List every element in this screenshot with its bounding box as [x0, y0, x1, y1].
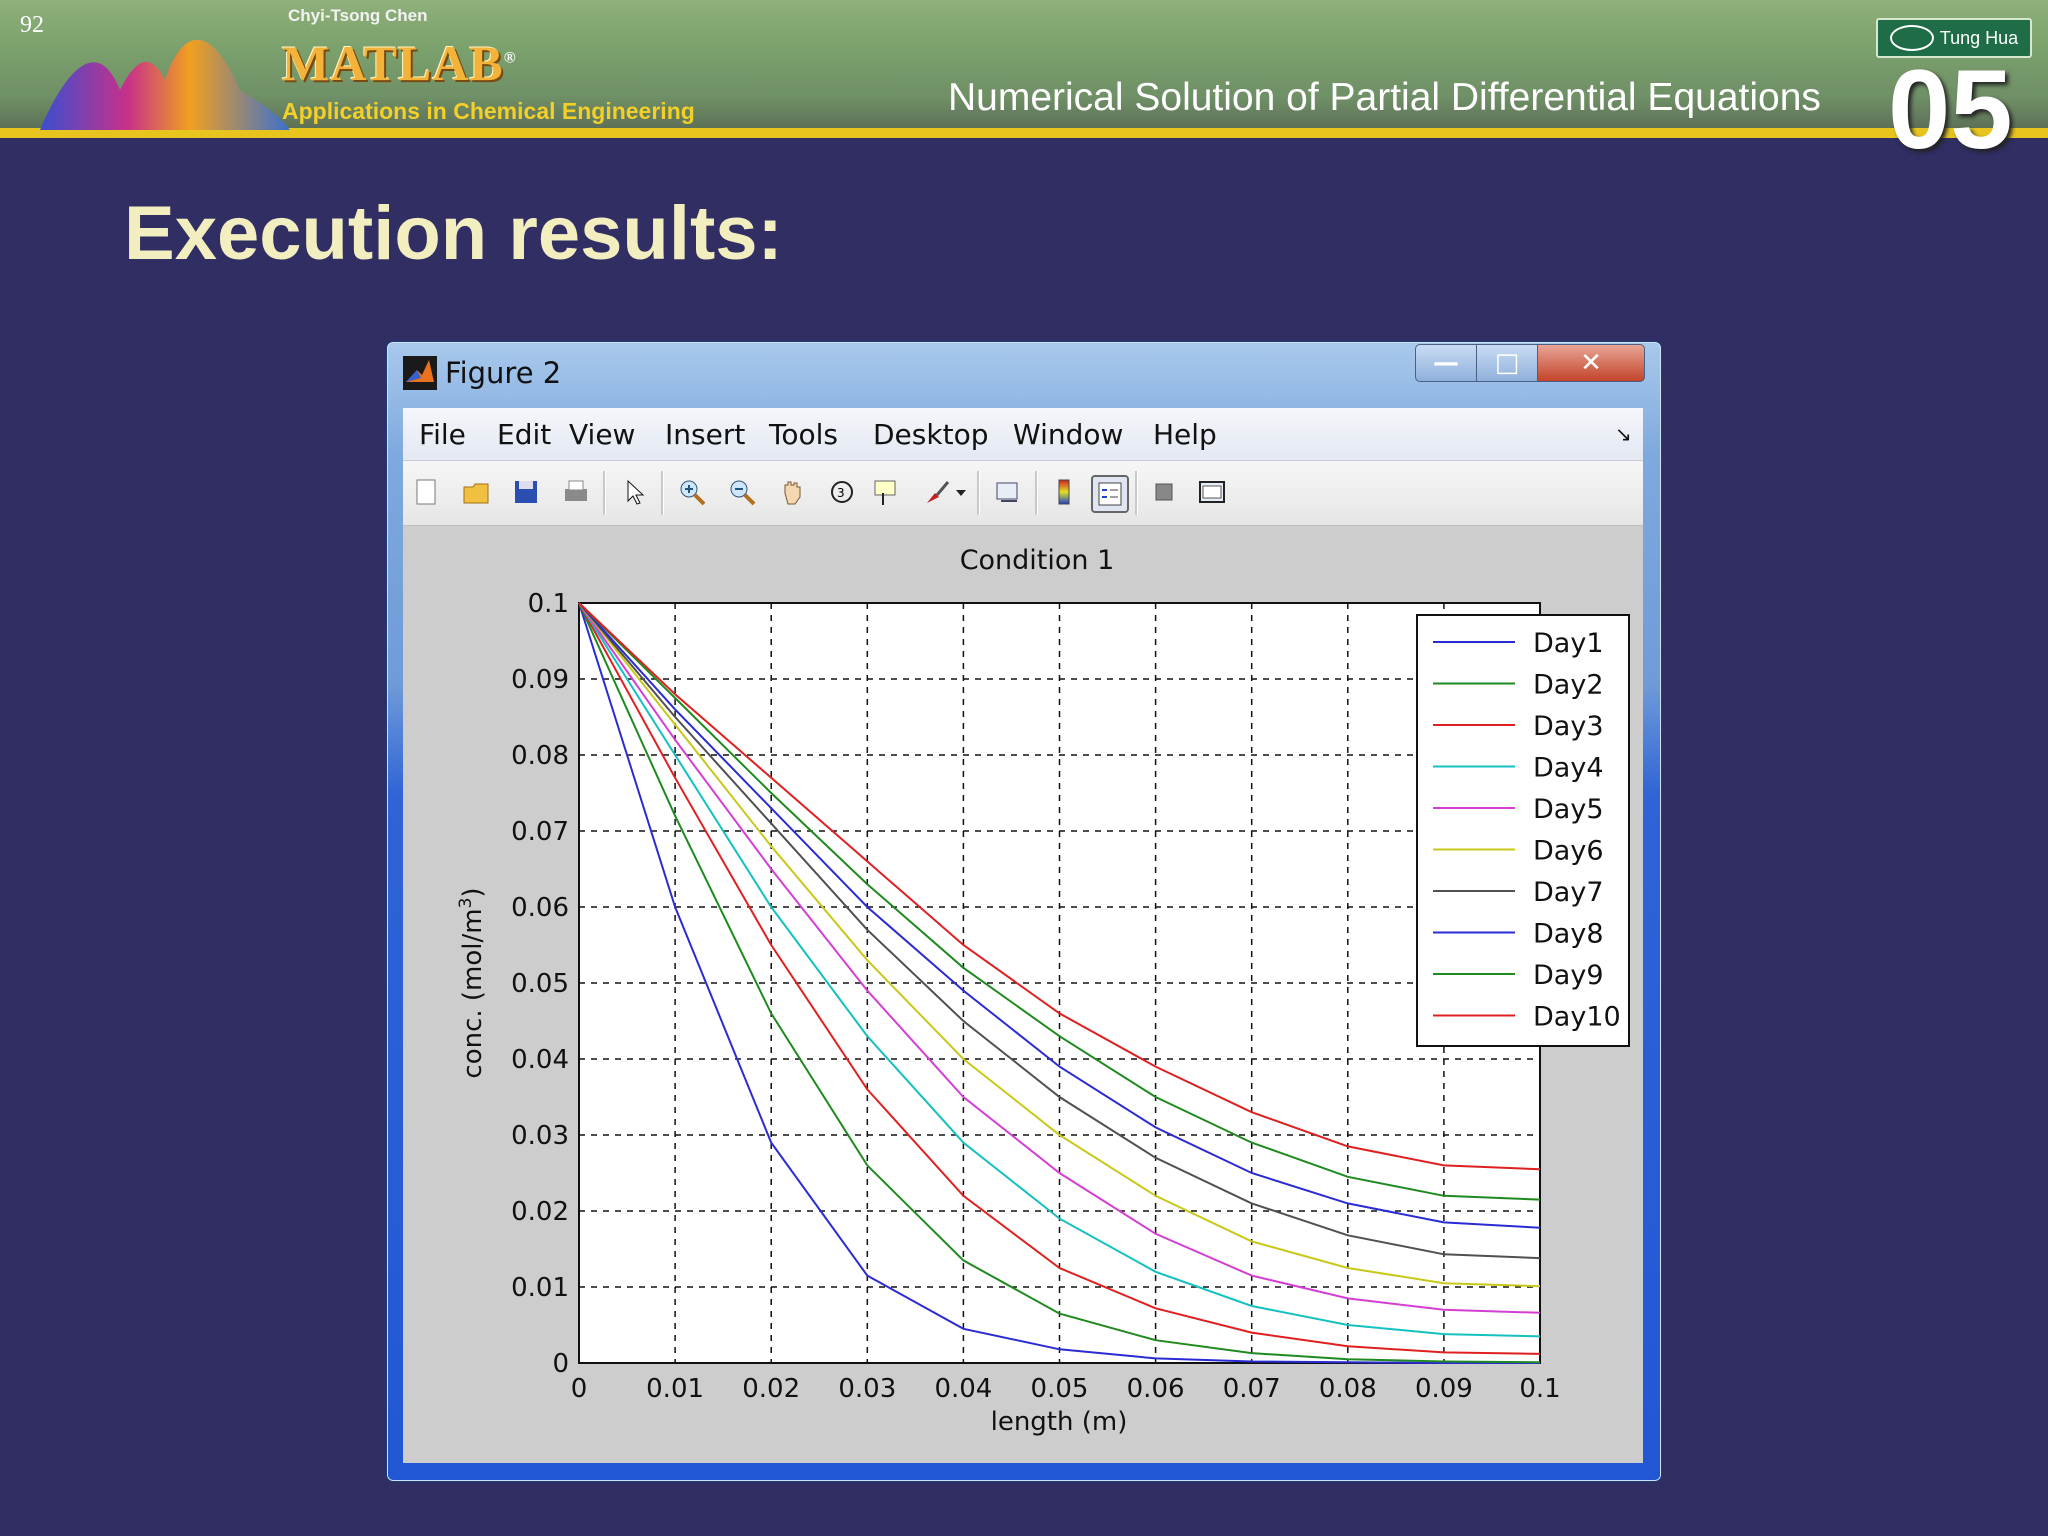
chapter-number: 05	[1888, 47, 2013, 172]
save-icon[interactable]	[509, 475, 543, 509]
y-axis-label-text: conc. (mol/m	[458, 908, 488, 1078]
menu-window[interactable]: Window	[1013, 418, 1123, 451]
legend-entry: Day8	[1533, 919, 1604, 950]
menu-help[interactable]: Help	[1153, 418, 1217, 451]
hide-plot-tools-icon[interactable]	[1147, 475, 1181, 509]
publisher-name: Tung Hua	[1939, 27, 2019, 48]
matlab-icon	[403, 356, 437, 390]
y-tick-label: 0.06	[511, 893, 569, 923]
x-tick-label: 0.08	[1319, 1374, 1377, 1404]
chart-title: Condition 1	[960, 545, 1115, 576]
y-axis-label: conc. (mol/m3)	[456, 887, 488, 1078]
y-tick-label: 0.07	[511, 817, 569, 847]
toolbar-separator	[977, 471, 980, 515]
book-subtitle: Applications in Chemical Engineering	[282, 98, 695, 124]
brand-text: MATLAB	[282, 35, 504, 91]
legend-entry: Day10	[1533, 1002, 1621, 1033]
minimize-button[interactable]: —	[1415, 344, 1477, 382]
brush-dropdown-icon[interactable]	[951, 475, 971, 509]
print-icon[interactable]	[559, 475, 593, 509]
legend-entry: Day9	[1533, 960, 1604, 991]
menu-view[interactable]: View	[569, 418, 635, 451]
legend-entry: Day3	[1533, 711, 1604, 742]
figure-toolbar: 3	[403, 461, 1643, 526]
close-button[interactable]: ✕	[1537, 344, 1645, 382]
window-title: Figure 2	[445, 356, 562, 390]
data-cursor-icon[interactable]	[869, 475, 903, 509]
toolbar-separator	[603, 471, 606, 515]
dock-arrow-icon[interactable]: ↘	[1615, 422, 1632, 446]
menu-file[interactable]: File	[419, 418, 466, 451]
menu-edit[interactable]: Edit	[497, 418, 551, 451]
toolbar-separator	[661, 471, 664, 515]
chapter-title: Numerical Solution of Partial Differenti…	[948, 76, 1821, 119]
zoom-in-icon[interactable]	[675, 475, 709, 509]
y-tick-label: 0.08	[511, 741, 569, 771]
legend[interactable]: Day1 Day2 Day3 Day4 Day5 Day6 Day7 Day8 Day9 Day1…	[1416, 614, 1630, 1047]
x-tick-label: 0.01	[646, 1374, 704, 1404]
colorbar-icon[interactable]	[1047, 475, 1081, 509]
maximize-button[interactable]: □	[1476, 344, 1538, 382]
x-tick-label: 0.1	[1519, 1374, 1560, 1404]
open-file-icon[interactable]	[459, 475, 493, 509]
x-tick-label: 0.04	[934, 1374, 992, 1404]
y-tick-label: 0.01	[511, 1273, 569, 1303]
line-chart: Condition 1 0 0.01 0.02 0.03 0.04 0.05 0.06 0.0…	[456, 545, 1630, 1437]
legend-entry: Day4	[1533, 753, 1604, 784]
y-tick-label: 0.09	[511, 665, 569, 695]
legend-entry: Day1	[1533, 628, 1604, 659]
y-tick-label: 0.03	[511, 1121, 569, 1151]
pan-hand-icon[interactable]	[775, 475, 809, 509]
y-tick-label: 0.04	[511, 1045, 569, 1075]
legend-entry: Day6	[1533, 836, 1604, 867]
maximize-icon: □	[1494, 348, 1520, 378]
minimize-icon: —	[1433, 348, 1459, 378]
svg-text:3: 3	[837, 486, 845, 500]
pointer-icon[interactable]	[617, 475, 651, 509]
brand-logo: MATLAB®	[282, 34, 517, 92]
menu-bar: File Edit View Insert Tools Desktop Wind…	[403, 408, 1643, 461]
toolbar-separator	[1135, 471, 1138, 515]
x-tick-label: 0.09	[1415, 1374, 1473, 1404]
legend-entry: Day7	[1533, 877, 1604, 908]
x-tick-label: 0.03	[838, 1374, 896, 1404]
y-tick-label: 0.02	[511, 1197, 569, 1227]
new-figure-icon[interactable]	[409, 475, 443, 509]
brush-icon[interactable]	[919, 475, 953, 509]
zoom-out-icon[interactable]	[725, 475, 759, 509]
x-tick-label: 0.07	[1223, 1374, 1281, 1404]
legend-entry: Day2	[1533, 670, 1604, 701]
figure-canvas: Condition 1 0 0.01 0.02 0.03 0.04 0.05 0.06 0.0…	[403, 526, 1643, 1463]
brand-mark: ®	[503, 49, 517, 67]
menu-insert[interactable]: Insert	[665, 418, 745, 451]
slide-heading: Execution results:	[124, 191, 783, 276]
menu-desktop[interactable]: Desktop	[873, 418, 988, 451]
y-axis-label-sup: 3	[456, 898, 476, 909]
link-plot-icon[interactable]	[991, 475, 1025, 509]
show-plot-tools-icon[interactable]	[1195, 475, 1229, 509]
x-tick-label: 0.02	[742, 1374, 800, 1404]
close-icon: ✕	[1580, 348, 1602, 378]
y-axis-label-close: )	[458, 887, 488, 897]
toolbar-separator	[1035, 471, 1038, 515]
x-tick-label: 0.05	[1031, 1374, 1089, 1404]
rotate-3d-icon[interactable]: 3	[825, 475, 859, 509]
mountain-logo-icon	[40, 39, 290, 130]
banner-stripe	[0, 128, 2048, 138]
x-tick-label: 0.06	[1127, 1374, 1185, 1404]
x-tick-label: 0	[571, 1374, 588, 1404]
author-name: Chyi-Tsong Chen	[288, 6, 428, 25]
y-tick-label: 0.1	[528, 589, 569, 619]
y-tick-label: 0.05	[511, 969, 569, 999]
menu-tools[interactable]: Tools	[769, 418, 838, 451]
x-axis-label: length (m)	[991, 1407, 1128, 1437]
legend-entry: Day5	[1533, 794, 1604, 825]
figure-window: Figure 2 — □ ✕ File Edit View Insert Too…	[386, 341, 1662, 1482]
legend-icon[interactable]	[1091, 475, 1129, 513]
y-tick-label: 0	[552, 1349, 569, 1379]
